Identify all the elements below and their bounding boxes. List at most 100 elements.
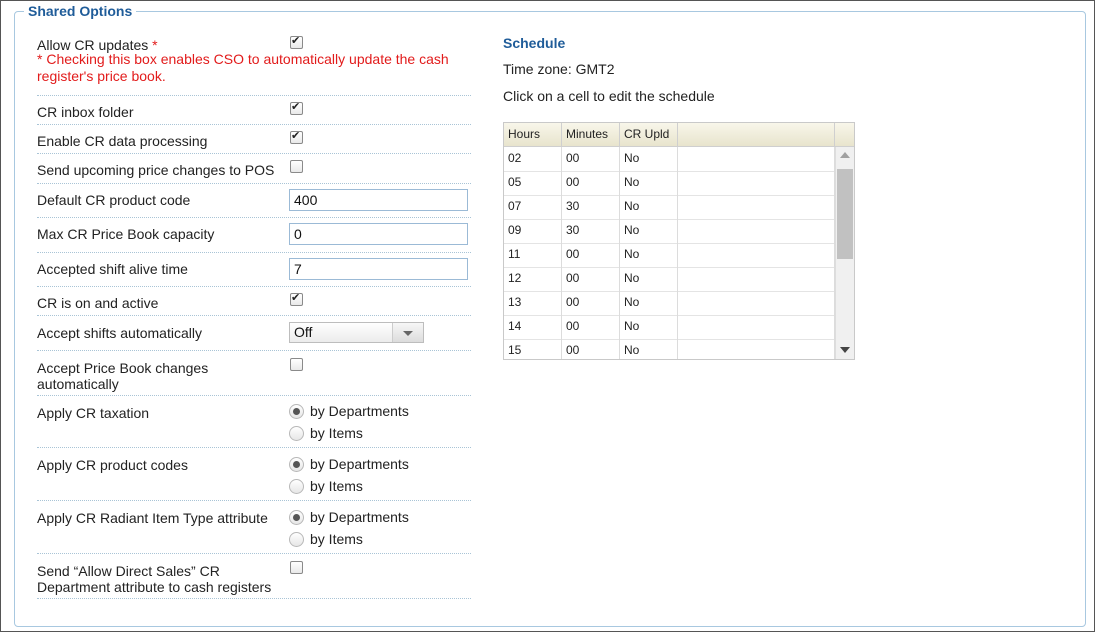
scrollbar-thumb[interactable] (837, 169, 853, 259)
table-row[interactable]: 15 00 No (504, 339, 835, 359)
table-row[interactable]: 13 00 No (504, 291, 835, 316)
column-header-hours[interactable]: Hours (504, 123, 562, 146)
option-cr-inbox-folder: CR inbox folder (37, 95, 471, 125)
column-header-minutes[interactable]: Minutes (562, 123, 620, 146)
apply-cr-radiant-item-type-radio-items[interactable] (289, 532, 304, 547)
cr-upld-cell[interactable]: No (620, 243, 678, 267)
option-accept-price-book-changes: Accept Price Book changes automatically (37, 350, 471, 396)
table-row[interactable]: 11 00 No (504, 243, 835, 268)
cr-upld-cell[interactable]: No (620, 339, 678, 359)
minutes-cell[interactable]: 30 (562, 219, 620, 243)
cr-inbox-folder-checkbox[interactable] (290, 100, 303, 115)
default-cr-product-code-label: Default CR product code (37, 192, 191, 208)
filler-cell (678, 219, 835, 243)
cr-upld-cell[interactable]: No (620, 195, 678, 219)
allow-cr-updates-checkbox[interactable] (290, 34, 303, 49)
column-header-cr-upld[interactable]: CR Upld (620, 123, 678, 146)
minutes-cell[interactable]: 00 (562, 339, 620, 359)
filler-cell (678, 171, 835, 195)
cr-inbox-folder-label: CR inbox folder (37, 104, 134, 120)
cr-upld-cell[interactable]: No (620, 315, 678, 339)
hours-cell[interactable]: 15 (504, 339, 562, 359)
hours-cell[interactable]: 14 (504, 315, 562, 339)
accepted-shift-alive-time-input[interactable]: 7 (289, 258, 468, 280)
schedule-timezone: Time zone: GMT2 (503, 61, 615, 77)
apply-cr-product-codes-radio-items[interactable] (289, 479, 304, 494)
cr-upld-cell[interactable]: No (620, 147, 678, 171)
schedule-scrollbar[interactable] (835, 147, 854, 359)
option-send-upcoming-price-changes: Send upcoming price changes to POS (37, 153, 471, 184)
default-cr-product-code-input[interactable]: 400 (289, 189, 468, 211)
minutes-cell[interactable]: 00 (562, 315, 620, 339)
cr-upld-cell[interactable]: No (620, 171, 678, 195)
enable-cr-data-processing-label: Enable CR data processing (37, 133, 208, 149)
schedule-grid-header: Hours Minutes CR Upld (504, 123, 854, 147)
minutes-cell[interactable]: 00 (562, 291, 620, 315)
cr-upld-cell[interactable]: No (620, 291, 678, 315)
section-title: Shared Options (24, 3, 137, 19)
option-accepted-shift-alive-time: Accepted shift alive time 7 (37, 252, 471, 287)
radio-label-departments: by Departments (310, 456, 409, 472)
cr-upld-cell[interactable]: No (620, 267, 678, 291)
table-row[interactable]: 09 30 No (504, 219, 835, 244)
max-cr-price-book-capacity-input[interactable]: 0 (289, 223, 468, 245)
apply-cr-radiant-item-type-label: Apply CR Radiant Item Type attribute (37, 510, 268, 526)
apply-cr-taxation-radio-items[interactable] (289, 426, 304, 441)
send-allow-direct-sales-label: Send “Allow Direct Sales” CR Department … (37, 563, 272, 595)
filler-cell (678, 267, 835, 291)
radio-label-items: by Items (310, 425, 363, 441)
filler-cell (678, 315, 835, 339)
send-upcoming-price-changes-checkbox[interactable] (290, 160, 303, 173)
radio-label-departments: by Departments (310, 509, 409, 525)
hours-cell[interactable]: 05 (504, 171, 562, 195)
apply-cr-taxation-radio-departments[interactable] (289, 404, 304, 419)
minutes-cell[interactable]: 00 (562, 147, 620, 171)
filler-cell (678, 195, 835, 219)
accept-shifts-automatically-select[interactable]: Off (289, 322, 424, 343)
hours-cell[interactable]: 07 (504, 195, 562, 219)
chevron-down-icon[interactable] (392, 323, 423, 342)
minutes-cell[interactable]: 00 (562, 243, 620, 267)
hours-cell[interactable]: 12 (504, 267, 562, 291)
hours-cell[interactable]: 13 (504, 291, 562, 315)
schedule-grid: Hours Minutes CR Upld 02 00 No 05 00 No 07 30 No… (503, 122, 855, 360)
table-row[interactable]: 14 00 No (504, 315, 835, 340)
filler-cell (678, 339, 835, 359)
cr-upld-cell[interactable]: No (620, 219, 678, 243)
table-row[interactable]: 07 30 No (504, 195, 835, 220)
radio-label-items: by Items (310, 478, 363, 494)
filler-cell (678, 147, 835, 171)
radio-label-departments: by Departments (310, 403, 409, 419)
accept-price-book-changes-label: Accept Price Book changes automatically (37, 360, 209, 392)
option-allow-cr-updates: Allow CR updates * * Checking this box e… (37, 33, 471, 96)
hours-cell[interactable]: 02 (504, 147, 562, 171)
minutes-cell[interactable]: 00 (562, 267, 620, 291)
minutes-cell[interactable]: 30 (562, 195, 620, 219)
table-row[interactable]: 05 00 No (504, 171, 835, 196)
minutes-cell[interactable]: 00 (562, 171, 620, 195)
table-row[interactable]: 12 00 No (504, 267, 835, 292)
schedule-title: Schedule (503, 35, 566, 51)
scroll-down-icon[interactable] (840, 347, 850, 353)
cr-on-active-checkbox[interactable] (290, 291, 303, 306)
schedule-help-text: Click on a cell to edit the schedule (503, 88, 715, 104)
apply-cr-radiant-item-type-radio-departments[interactable] (289, 510, 304, 525)
send-allow-direct-sales-checkbox[interactable] (290, 561, 303, 574)
apply-cr-product-codes-radio-departments[interactable] (289, 457, 304, 472)
enable-cr-data-processing-checkbox[interactable] (290, 129, 303, 144)
option-max-cr-price-book-capacity: Max CR Price Book capacity 0 (37, 217, 471, 253)
accept-price-book-changes-checkbox[interactable] (290, 358, 303, 371)
filler-cell (678, 291, 835, 315)
option-send-allow-direct-sales: Send “Allow Direct Sales” CR Department … (37, 553, 471, 599)
column-header-filler (678, 123, 835, 146)
option-apply-cr-taxation: Apply CR taxation by Departments by Item… (37, 395, 471, 448)
hours-cell[interactable]: 11 (504, 243, 562, 267)
scroll-up-icon[interactable] (840, 152, 850, 158)
hours-cell[interactable]: 09 (504, 219, 562, 243)
accepted-shift-alive-time-label: Accepted shift alive time (37, 261, 188, 277)
option-default-cr-product-code: Default CR product code 400 (37, 183, 471, 218)
radio-label-items: by Items (310, 531, 363, 547)
table-row[interactable]: 02 00 No (504, 147, 835, 172)
option-accept-shifts-automatically: Accept shifts automatically Off (37, 315, 471, 351)
max-cr-price-book-capacity-label: Max CR Price Book capacity (37, 226, 215, 242)
